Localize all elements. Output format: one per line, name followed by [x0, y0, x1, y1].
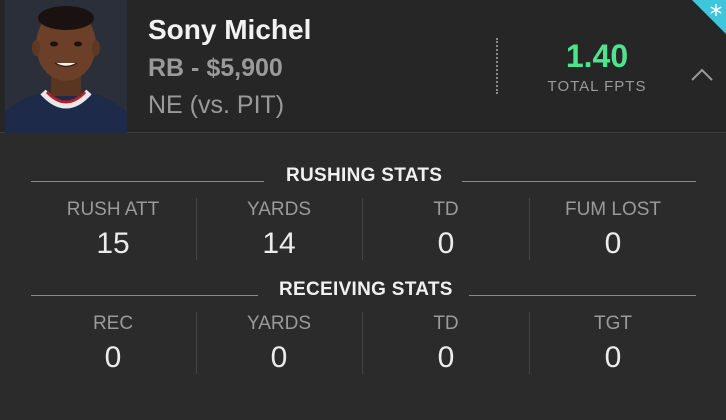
stat-value: 15: [96, 227, 130, 260]
rushing-rule-left: [31, 181, 264, 182]
receiving-stats-title: RECEIVING STATS: [279, 279, 453, 300]
chevron-up-icon[interactable]: [688, 64, 716, 86]
stat-rec-td: TD 0: [363, 313, 529, 375]
stat-label: TD: [433, 313, 459, 334]
stat-label: REC: [92, 313, 134, 334]
receiving-rule-right: [469, 295, 696, 296]
receiving-rule-left: [31, 295, 258, 296]
player-header: Sony Michel RB - $5,900 NE (vs. PIT) 1.4…: [0, 0, 726, 133]
stat-value: 14: [262, 227, 296, 260]
stat-label: FUM LOST: [564, 199, 662, 220]
player-photo: [5, 0, 127, 133]
stat-value: 0: [104, 341, 122, 374]
header-divider: [496, 38, 498, 94]
stat-label: TD: [433, 199, 459, 220]
stat-tgt: TGT 0: [530, 313, 696, 375]
stat-rec: REC 0: [30, 313, 196, 375]
stat-value: 0: [437, 227, 455, 260]
total-fpts-value: 1.40: [565, 38, 629, 74]
total-fpts-label: TOTAL FPTS: [547, 78, 647, 95]
stat-value: 0: [270, 341, 288, 374]
stat-label: TGT: [594, 313, 632, 334]
stat-label: YARDS: [246, 313, 312, 334]
stat-value: 0: [604, 227, 622, 260]
stat-rec-yards: YARDS 0: [196, 313, 362, 375]
stat-fum-lost: FUM LOST 0: [530, 199, 696, 261]
rushing-rule-right: [462, 181, 696, 182]
player-name: Sony Michel: [148, 14, 312, 45]
snowflake-icon: [692, 0, 726, 34]
player-matchup: NE (vs. PIT): [148, 91, 285, 119]
stat-value: 0: [604, 341, 622, 374]
player-stats-card: Sony Michel RB - $5,900 NE (vs. PIT) 1.4…: [0, 0, 726, 420]
stat-rush-att: RUSH ATT 15: [30, 199, 196, 261]
stat-label: RUSH ATT: [66, 199, 160, 220]
player-position-salary: RB - $5,900: [148, 54, 283, 82]
stat-label: YARDS: [246, 199, 312, 220]
stat-rush-yards: YARDS 14: [196, 199, 362, 261]
stat-rush-td: TD 0: [363, 199, 529, 261]
stat-value: 0: [437, 341, 455, 374]
rushing-stats-title: RUSHING STATS: [286, 165, 443, 186]
